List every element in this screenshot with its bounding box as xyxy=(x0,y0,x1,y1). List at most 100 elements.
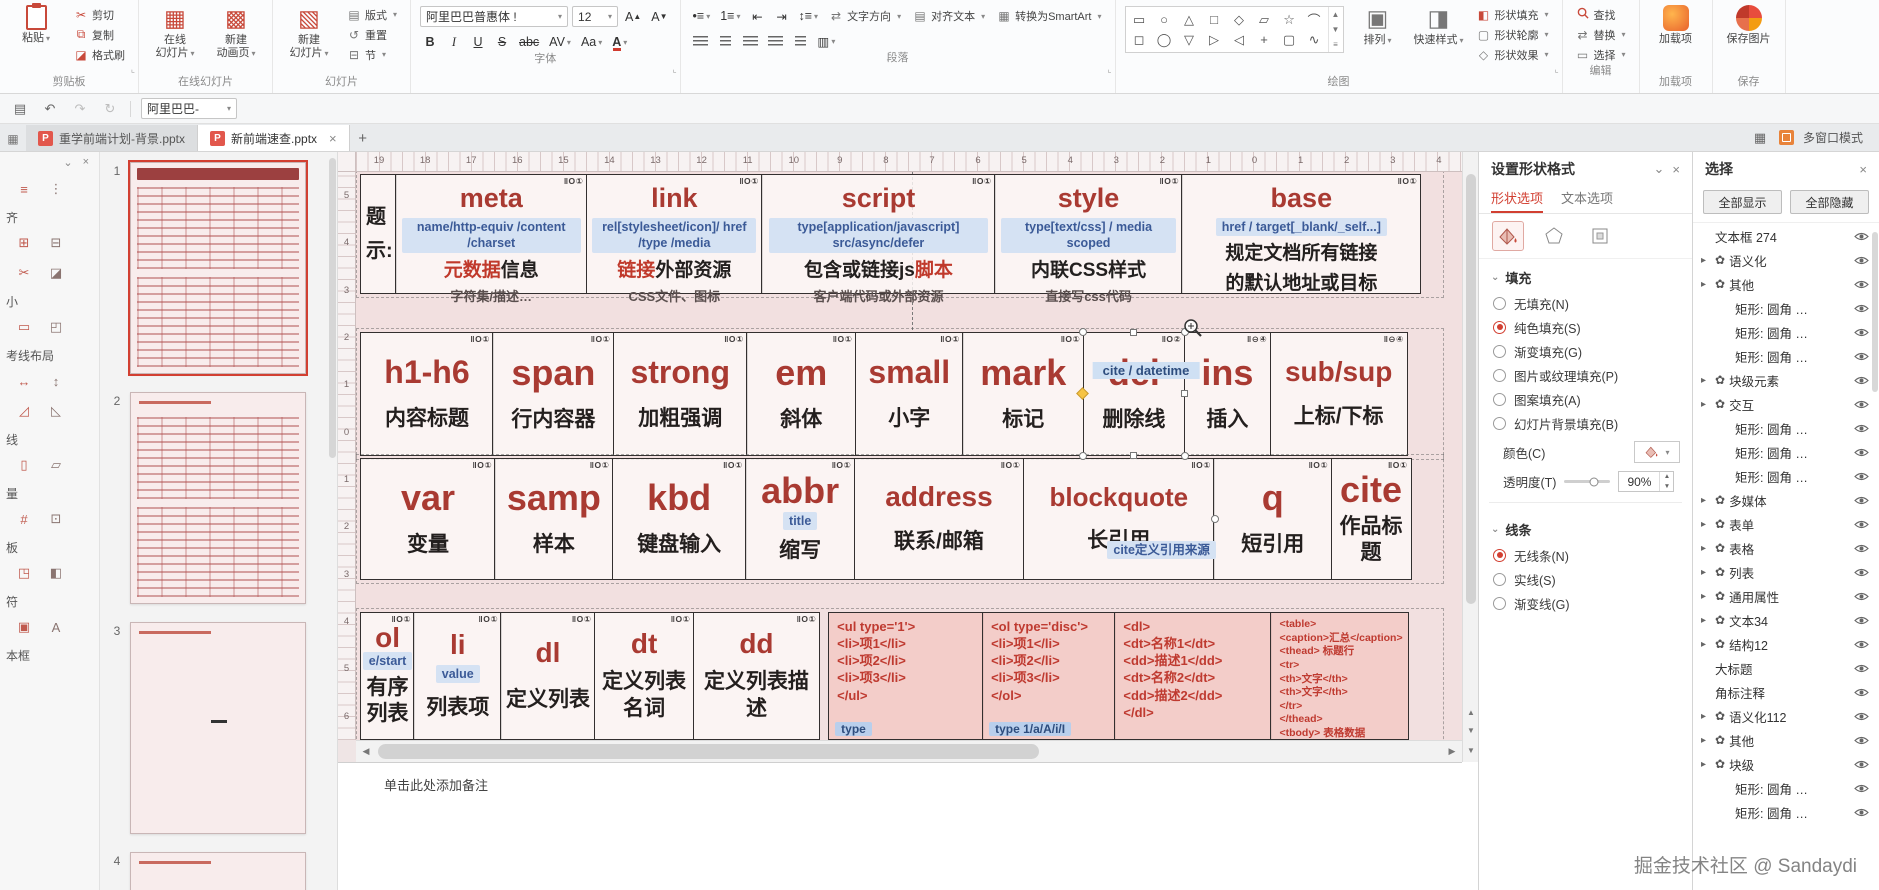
scrollbar-thumb[interactable] xyxy=(1466,174,1476,604)
tool-icon[interactable]: ◿ xyxy=(16,403,32,419)
color-picker-button[interactable]: ▾ xyxy=(1634,441,1680,463)
dialog-launcher-icon[interactable]: ⌞ xyxy=(1554,64,1558,75)
section-button[interactable]: ⊟ 节 ▾ xyxy=(343,45,401,64)
eye-icon[interactable] xyxy=(1851,447,1871,458)
expand-arrow-icon[interactable]: ▸ xyxy=(1701,735,1711,746)
selection-item[interactable]: 矩形: 圆角 … xyxy=(1693,344,1879,368)
bullets-button[interactable]: •≡ ▾ xyxy=(690,6,714,26)
radio-button[interactable] xyxy=(1493,368,1506,382)
expand-arrow-icon[interactable]: ▸ xyxy=(1701,279,1711,290)
align-text-button[interactable]: ▤ 对齐文本 ▾ xyxy=(909,7,989,26)
eye-icon[interactable] xyxy=(1851,543,1871,554)
scroll-left-icon[interactable]: ◀ xyxy=(356,746,376,757)
tool-icon[interactable]: ◧ xyxy=(48,565,64,581)
eye-icon[interactable] xyxy=(1851,519,1871,530)
tool-icon[interactable]: ▱ xyxy=(48,457,64,473)
reset-button[interactable]: ↺ 重置 xyxy=(343,25,401,44)
size-properties-icon[interactable] xyxy=(1585,222,1615,250)
slide-cell-code-sample[interactable]: <dl> <dt>名称1</dt> <dd>描述1</dd> <dt>名称2</dt>… xyxy=(1114,612,1273,740)
shape-icon[interactable]: ◯ xyxy=(1156,31,1173,48)
expand-arrow-icon[interactable]: ▸ xyxy=(1701,759,1711,770)
expand-arrow-icon[interactable]: ▸ xyxy=(1701,591,1711,602)
new-slide-button[interactable]: ▧ 新建 幻灯片 ▾ xyxy=(282,3,336,60)
numbering-button[interactable]: 1≡ ▾ xyxy=(717,6,743,26)
file-tab-1[interactable]: P 重学前端计划-背景.pptx xyxy=(26,125,199,151)
shape-icon[interactable]: ▱ xyxy=(1256,11,1273,28)
eye-icon[interactable] xyxy=(1851,759,1871,770)
tool-icon[interactable]: ▣ xyxy=(16,619,32,635)
slide-thumbnail[interactable] xyxy=(130,622,306,834)
fill-option[interactable]: 图案填充(A) xyxy=(1479,387,1692,411)
gallery-more-icon[interactable]: ≡ xyxy=(1333,40,1338,49)
selection-item[interactable]: 矩形: 圆角 … xyxy=(1693,320,1879,344)
shape-icon[interactable]: ◻ xyxy=(1131,31,1148,48)
horizontal-scrollbar[interactable]: ◀ ▶ xyxy=(356,740,1462,762)
tool-icon[interactable]: # xyxy=(16,511,32,527)
shape-icon[interactable]: □ xyxy=(1206,11,1223,28)
fill-bucket-icon[interactable] xyxy=(1492,221,1524,251)
radio-button[interactable] xyxy=(1493,596,1506,610)
line-section-header[interactable]: ⌄ 线条 xyxy=(1479,511,1692,543)
eye-icon[interactable] xyxy=(1851,255,1871,266)
selection-handle[interactable] xyxy=(1210,515,1219,523)
slide-cell-ins[interactable]: ‖⊖④ ins 插入 xyxy=(1183,332,1272,456)
selection-item[interactable]: ▸ ✿ 语义化 xyxy=(1693,248,1879,272)
tool-icon[interactable]: ≡ xyxy=(16,181,32,197)
slide-cell-dd[interactable]: ‖O① dd 定义列表描述 xyxy=(692,612,821,740)
line-option[interactable]: 无线条(N) xyxy=(1479,543,1692,567)
align-center-button[interactable] xyxy=(718,35,733,47)
shape-icon[interactable]: ▢ xyxy=(1281,31,1298,48)
tool-icon[interactable]: ⋮ xyxy=(48,181,64,197)
dialog-launcher-icon[interactable]: ⌞ xyxy=(131,64,135,75)
vertical-scrollbar[interactable]: ▲ ▼ ▼ xyxy=(1462,152,1478,762)
slide-cell-code-sample[interactable]: <ul type='1'> <li>项1</li> <li>项2</li> <li>项… xyxy=(828,612,984,740)
scroll-right-icon[interactable]: ▶ xyxy=(1442,746,1462,757)
gallery-scroll[interactable]: ▲ ▼ ≡ xyxy=(1327,7,1343,52)
selection-item[interactable]: 矩形: 圆角 … xyxy=(1693,440,1879,464)
selection-item[interactable]: ▸ ✿ 块级元素 xyxy=(1693,368,1879,392)
selection-handle[interactable] xyxy=(1129,452,1137,459)
slide-cell-cite[interactable]: ‖O① cite 作品标题 xyxy=(1330,458,1412,580)
tab-list-icon[interactable]: ▦ xyxy=(0,132,26,151)
selection-item[interactable]: 矩形: 圆角 … xyxy=(1693,416,1879,440)
shape-icon[interactable]: ▷ xyxy=(1206,31,1223,48)
eye-icon[interactable] xyxy=(1851,807,1871,818)
selection-item[interactable]: 矩形: 圆角 … xyxy=(1693,800,1879,824)
selection-item[interactable]: ▸ ✿ 语义化112 xyxy=(1693,704,1879,728)
addins-button[interactable]: 加载项 xyxy=(1649,3,1703,46)
file-icon[interactable]: ▤ xyxy=(10,101,30,117)
increase-font-button[interactable]: A ▲ xyxy=(622,7,644,27)
slide-cell-address[interactable]: ‖O① address 联系/邮箱 xyxy=(853,458,1025,580)
fill-option[interactable]: 幻灯片背景填充(B) xyxy=(1479,411,1692,435)
slide-cell-base[interactable]: ‖O① base href / target[_blank/_self...] 规定文… xyxy=(1181,174,1422,294)
tool-icon[interactable]: ✂ xyxy=(16,265,32,281)
eye-icon[interactable] xyxy=(1851,567,1871,578)
selection-item[interactable]: ▸ ✿ 文本34 xyxy=(1693,608,1879,632)
slide-cell-code-sample[interactable]: <table> <caption>汇总</caption> <thead> 标题行 <… xyxy=(1270,612,1409,740)
slide-cell-link[interactable]: ‖O① link rel[stylesheet/icon]/ href /type … xyxy=(585,174,763,304)
align-right-button[interactable] xyxy=(742,35,758,47)
shape-gallery[interactable]: ▭ ○ △ □ ◇ ▱ ☆ ⌒ ◻ ◯ ▽ ▷ ◁ + ▢ ∿ ▲ ▼ ≡ xyxy=(1124,6,1344,53)
close-panel-icon[interactable]: × xyxy=(1672,162,1680,177)
eye-icon[interactable] xyxy=(1851,495,1871,506)
shape-outline-button[interactable]: ▢ 形状轮廓 ▾ xyxy=(1473,25,1553,44)
eye-icon[interactable] xyxy=(1851,735,1871,746)
fill-option[interactable]: 图片或纹理填充(P) xyxy=(1479,363,1692,387)
font-color-button[interactable]: A ▾ xyxy=(609,32,630,52)
slide-cell-q[interactable]: ‖O① q 短引用 xyxy=(1213,458,1333,580)
shape-icon[interactable]: △ xyxy=(1181,11,1198,28)
underline-button[interactable]: U xyxy=(468,32,488,52)
expand-arrow-icon[interactable]: ▸ xyxy=(1701,543,1711,554)
document-theme-select[interactable]: 阿里巴巴- ▾ xyxy=(141,98,237,119)
slide-cell-code-sample[interactable]: <ol type='disc'> <li>项1</li> <li>项2</li> <l… xyxy=(982,612,1116,740)
fill-section-header[interactable]: ⌄ 填充 xyxy=(1479,259,1692,291)
selection-item[interactable]: 矩形: 圆角 … xyxy=(1693,776,1879,800)
expand-arrow-icon[interactable]: ▸ xyxy=(1701,711,1711,722)
selection-handle[interactable] xyxy=(1078,452,1087,460)
find-button[interactable]: 查找 xyxy=(1572,5,1630,24)
eye-icon[interactable] xyxy=(1851,423,1871,434)
select-button[interactable]: ▭ 选择 ▾ xyxy=(1572,45,1630,64)
font-family-select[interactable]: 阿里巴巴普惠体 ! ▾ xyxy=(420,6,569,27)
arrange-button[interactable]: ▣ 排列 ▾ xyxy=(1351,3,1405,47)
slide-cell-strong[interactable]: ‖O① strong 加粗强调 xyxy=(612,332,748,456)
